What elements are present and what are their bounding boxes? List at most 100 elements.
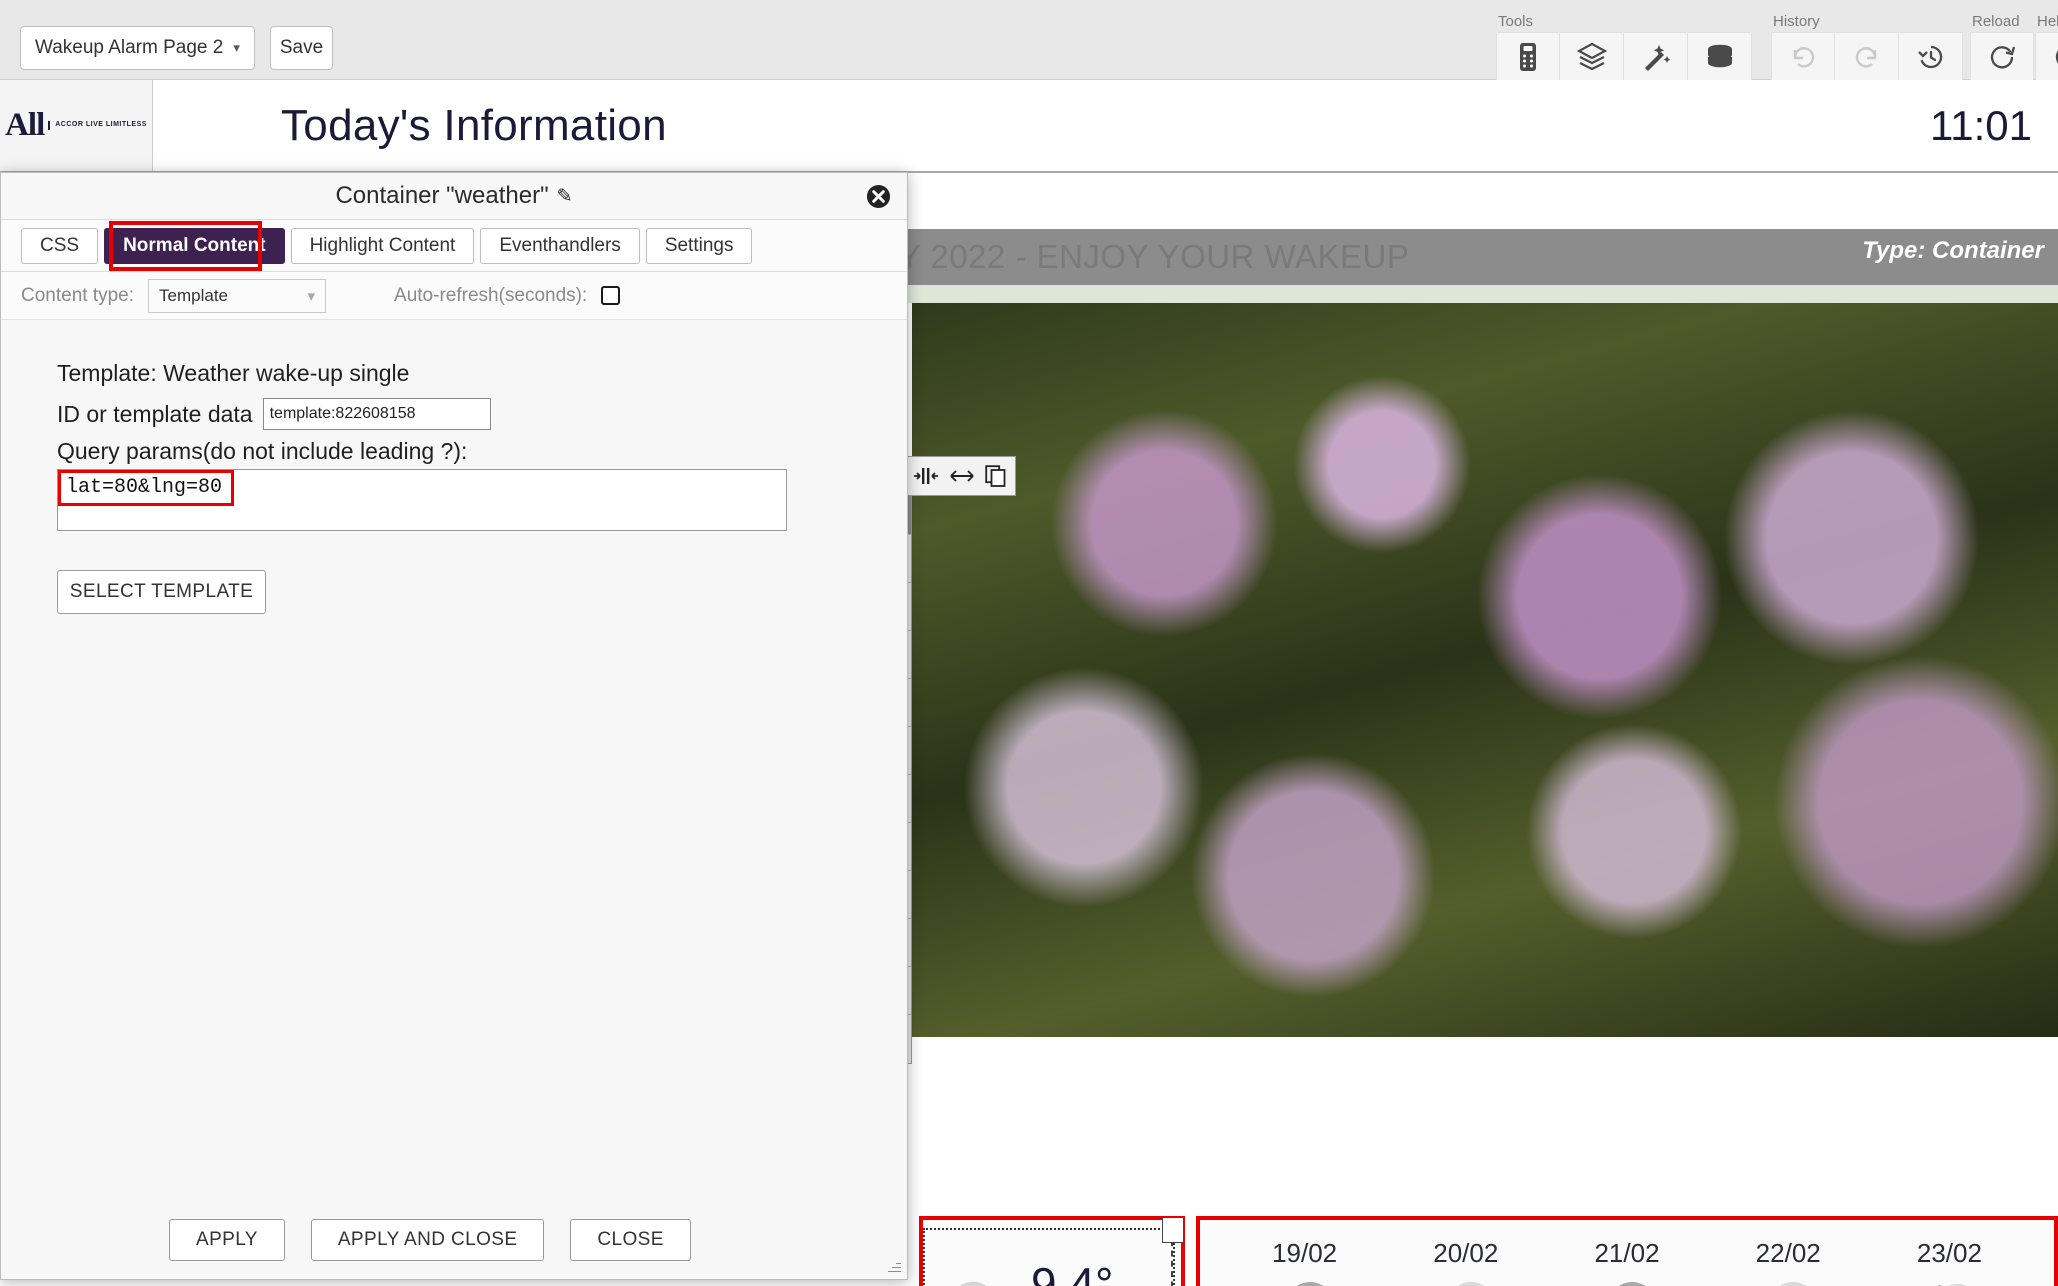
query-params-textarea[interactable]: lat=80&lng=80	[57, 469, 787, 531]
select-template-button[interactable]: SELECT TEMPLATE	[57, 570, 266, 614]
tab-highlight-content[interactable]: Highlight Content	[290, 227, 475, 264]
auto-refresh-label: Auto-refresh(seconds):	[394, 284, 588, 306]
apply-button[interactable]: APPLY	[169, 1219, 285, 1261]
resize-handle-top-right[interactable]	[1162, 1217, 1184, 1243]
element-mini-toolbar	[904, 456, 1016, 496]
content-type-label: Content type:	[21, 284, 135, 306]
layers-icon[interactable]	[1560, 32, 1624, 81]
save-button[interactable]: Save	[270, 26, 333, 70]
page-selector-label: Wakeup Alarm Page 2	[35, 37, 224, 58]
chevron-down-icon: ▾	[233, 40, 240, 55]
cloud-icon	[1406, 1277, 1526, 1286]
logo-wordmark: All	[5, 107, 45, 143]
chevron-down-icon: ▾	[307, 287, 316, 305]
select-template-button-label: SELECT TEMPLATE	[69, 581, 254, 602]
container-settings-dialog: Container "weather" ✎ CSS Normal Content…	[0, 172, 908, 1280]
forecast-date: 20/02	[1433, 1238, 1499, 1268]
toolgroup-tools-label: Tools	[1498, 13, 1534, 30]
page-selector[interactable]: Wakeup Alarm Page 2 ▾	[20, 26, 255, 70]
toolgroup-help: Help	[2035, 14, 2058, 81]
header-title-bar: Today's Information 11:01	[152, 80, 2058, 171]
forecast-date: 22/02	[1755, 1238, 1821, 1268]
cloud-icon	[959, 1281, 987, 1286]
editor-toolbar: Wakeup Alarm Page 2 ▾ Save Tools History…	[0, 0, 2058, 81]
remote-control-icon[interactable]	[1496, 32, 1560, 81]
dialog-resize-grip[interactable]	[887, 1259, 901, 1273]
forecast-day: 20/02	[1385, 1238, 1546, 1286]
clock-display: 11:01	[1930, 101, 2032, 149]
tab-css-label: CSS	[40, 234, 80, 256]
query-params-label: Query params(do not include leading ?):	[57, 438, 468, 464]
forecast-date: 23/02	[1916, 1238, 1982, 1268]
cloud-snow-icon: * * *	[1245, 1277, 1365, 1286]
page-title: Today's Information	[281, 100, 667, 150]
weather-forecast-widget[interactable]: 19/02 * * * 20/02	[1196, 1216, 2058, 1286]
redo-icon[interactable]	[1835, 32, 1899, 81]
tab-settings-label: Settings	[664, 234, 734, 256]
cloud-snow-icon: * * *	[1567, 1277, 1687, 1286]
cloud-icon	[1728, 1277, 1848, 1286]
tab-normal-content[interactable]: Normal Content	[104, 227, 285, 264]
template-name-line: Template: Weather wake-up single	[57, 360, 410, 386]
close-button[interactable]: CLOSE	[570, 1219, 691, 1261]
forecast-date: 19/02	[1272, 1238, 1338, 1268]
apply-button-label: APPLY	[196, 1229, 258, 1250]
dialog-body: Template: Weather wake-up single ID or t…	[1, 320, 907, 614]
toolgroup-tools: Tools	[1496, 14, 1752, 81]
forecast-day: 22/02	[1708, 1238, 1869, 1286]
dialog-header: Container "weather" ✎	[1, 173, 907, 220]
collapse-width-icon[interactable]	[913, 466, 939, 486]
moon-cloud-icon	[1889, 1277, 2009, 1286]
history-clock-icon[interactable]	[1899, 32, 1963, 81]
save-button-label: Save	[279, 37, 324, 58]
content-type-select[interactable]: Template ▾	[148, 278, 327, 313]
template-id-row: ID or template data	[57, 398, 907, 430]
close-button-label: CLOSE	[597, 1229, 664, 1250]
query-params-wrapper: lat=80&lng=80	[57, 469, 787, 536]
current-temperature: 9.4°	[1031, 1258, 1114, 1286]
app-root: Wakeup Alarm Page 2 ▾ Save Tools History…	[0, 0, 2058, 1286]
tab-css[interactable]: CSS	[21, 227, 99, 264]
resize-horizontal-icon[interactable]	[949, 466, 975, 486]
toolgroup-reload-label: Reload	[1972, 13, 2020, 30]
dialog-title: Container "weather"	[335, 182, 549, 209]
database-icon[interactable]	[1688, 32, 1752, 81]
dialog-footer: APPLY APPLY AND CLOSE CLOSE	[1, 1201, 907, 1279]
close-icon[interactable]	[866, 184, 891, 209]
element-type-badge: Type: Container	[1862, 237, 2044, 264]
reload-icon[interactable]	[1970, 32, 2034, 81]
forecast-day: 23/02	[1869, 1238, 2030, 1286]
device-header: All ACCOR LIVE LIMITLESS Today's Informa…	[0, 80, 2058, 173]
weather-current-widget[interactable]: 9.4° 0mm	[919, 1216, 1185, 1286]
toolgroup-history: History	[1771, 14, 1963, 81]
toolgroup-reload: Reload	[1970, 14, 2034, 81]
apply-and-close-button[interactable]: APPLY AND CLOSE	[310, 1219, 545, 1261]
template-id-label: ID or template data	[57, 400, 253, 427]
background-photo	[912, 303, 2058, 1037]
content-type-row: Content type: Template ▾ Auto-refresh(se…	[1, 272, 907, 320]
brand-logo: All ACCOR LIVE LIMITLESS	[0, 80, 152, 171]
weather-current-selection: 9.4° 0mm	[923, 1217, 1184, 1286]
pencil-icon[interactable]: ✎	[557, 185, 573, 208]
undo-icon[interactable]	[1771, 32, 1835, 81]
toolgroup-help-label: Help	[2037, 13, 2058, 30]
tab-settings[interactable]: Settings	[645, 227, 753, 264]
tab-highlight-content-label: Highlight Content	[309, 234, 456, 256]
weather-current-readings: 9.4° 0mm	[1031, 1258, 1113, 1286]
tab-eventhandlers[interactable]: Eventhandlers	[480, 227, 640, 264]
logo-line-2: LIVE	[85, 121, 104, 129]
apply-and-close-button-label: APPLY AND CLOSE	[337, 1229, 518, 1250]
tab-eventhandlers-label: Eventhandlers	[499, 234, 621, 256]
toolgroup-history-label: History	[1773, 13, 1820, 30]
forecast-date: 21/02	[1594, 1238, 1660, 1268]
dialog-tabs: CSS Normal Content Highlight Content Eve…	[1, 220, 907, 272]
logo-line-1: ACCOR	[55, 121, 84, 129]
template-id-input[interactable]	[262, 398, 491, 430]
content-type-value: Template	[159, 285, 229, 305]
tab-normal-content-label: Normal Content	[123, 234, 266, 256]
help-clock-icon[interactable]	[2035, 32, 2058, 81]
magic-wand-icon[interactable]	[1624, 32, 1688, 81]
duplicate-icon[interactable]	[985, 465, 1007, 487]
auto-refresh-checkbox[interactable]	[601, 286, 621, 305]
logo-line-3: LIMITLESS	[105, 121, 147, 129]
